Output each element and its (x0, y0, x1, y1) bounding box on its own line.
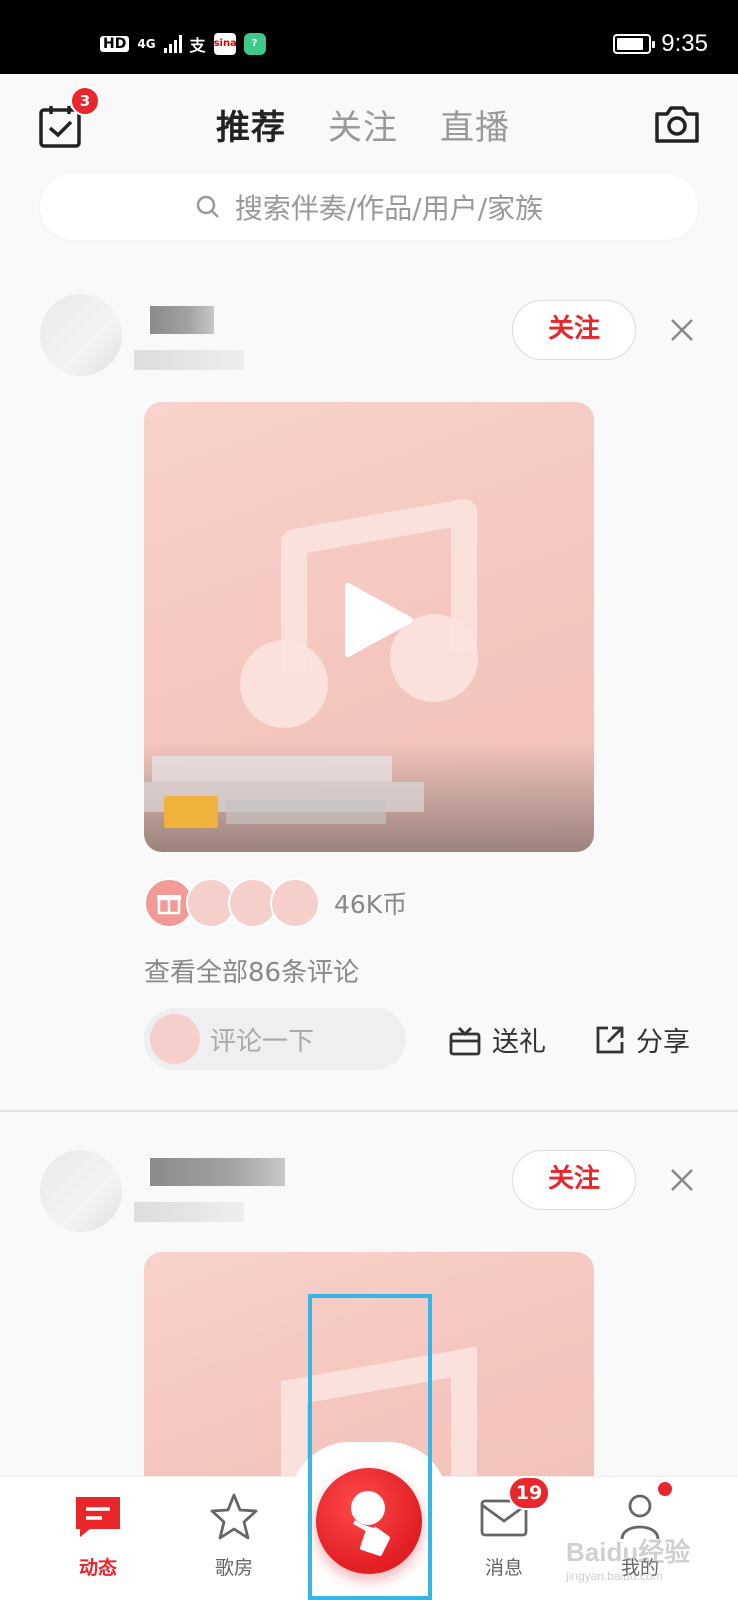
status-bar: HD 4G 支 sina ? 9:35 (0, 0, 738, 74)
notification-dot (658, 1482, 672, 1496)
alipay-icon: 支 (189, 36, 206, 55)
status-right: 9:35 (613, 30, 708, 58)
close-icon[interactable] (668, 316, 696, 344)
gift-button[interactable]: 送礼 (448, 1020, 546, 1059)
gift-label: 送礼 (492, 1027, 546, 1058)
tab-following[interactable]: 关注 (328, 100, 398, 149)
nav-label: 动态 (78, 1557, 117, 1579)
nav-item-feed[interactable]: 动态 (48, 1491, 148, 1580)
star-icon (210, 1493, 258, 1540)
tab-live[interactable]: 直播 (440, 100, 510, 149)
share-icon (596, 1026, 624, 1053)
user-icon (620, 1494, 660, 1540)
avatar[interactable] (40, 1150, 122, 1232)
my-avatar (150, 1014, 200, 1064)
hd-indicator: HD (100, 36, 130, 52)
clock: 9:35 (661, 30, 708, 57)
song-title (152, 756, 392, 782)
status-indicators: HD 4G 支 sina ? (100, 32, 266, 56)
feed-divider (0, 1110, 738, 1112)
play-icon[interactable] (340, 580, 416, 660)
weibo-icon: sina (213, 33, 237, 55)
avatar[interactable] (40, 294, 122, 376)
nav-label: 歌房 (214, 1557, 253, 1579)
microphone-icon (351, 1491, 390, 1556)
gift-box-icon (449, 1026, 481, 1055)
close-icon[interactable] (668, 1166, 696, 1194)
nav-item-me[interactable]: 我的 (590, 1491, 690, 1580)
video-thumbnail[interactable] (144, 402, 594, 852)
follow-button[interactable]: 关注 (512, 1150, 636, 1210)
search-input[interactable]: 搜索伴奏/作品/用户/家族 (235, 187, 543, 227)
chat-bubble-icon (76, 1497, 120, 1537)
user-subtitle (134, 1202, 244, 1222)
coin-count: 46K币 (334, 890, 408, 919)
record-button[interactable] (316, 1468, 422, 1574)
supporter-avatar (270, 878, 320, 928)
search-bar[interactable]: 搜索伴奏/作品/用户/家族 (40, 174, 698, 240)
follow-button[interactable]: 关注 (512, 300, 636, 360)
user-subtitle (134, 350, 244, 370)
network-indicator: 4G (137, 37, 156, 51)
calendar-badge: 3 (70, 86, 100, 116)
battery-icon (613, 34, 656, 54)
song-tag (164, 796, 218, 828)
nav-item-rooms[interactable]: 歌房 (184, 1491, 284, 1580)
view-all-comments-link[interactable]: 查看全部86条评论 (144, 952, 359, 989)
search-icon (196, 195, 219, 218)
top-tabs: 推荐 关注 直播 (216, 100, 510, 149)
nav-label: 我的 (620, 1557, 659, 1579)
share-label: 分享 (636, 1027, 690, 1058)
message-badge: 19 (508, 1476, 550, 1510)
gift-supporters[interactable]: 46K币 (144, 878, 407, 928)
share-button[interactable]: 分享 (594, 1020, 690, 1059)
comment-placeholder: 评论一下 (210, 1026, 315, 1057)
comment-input[interactable]: 评论一下 (144, 1008, 406, 1070)
nav-label: 消息 (484, 1557, 523, 1579)
app-icon: ? (243, 33, 266, 55)
song-meta (226, 800, 386, 824)
tab-recommend[interactable]: 推荐 (216, 100, 286, 149)
camera-icon[interactable] (654, 104, 700, 144)
signal-icon (163, 35, 182, 53)
username[interactable] (150, 306, 214, 334)
username[interactable] (150, 1158, 285, 1186)
